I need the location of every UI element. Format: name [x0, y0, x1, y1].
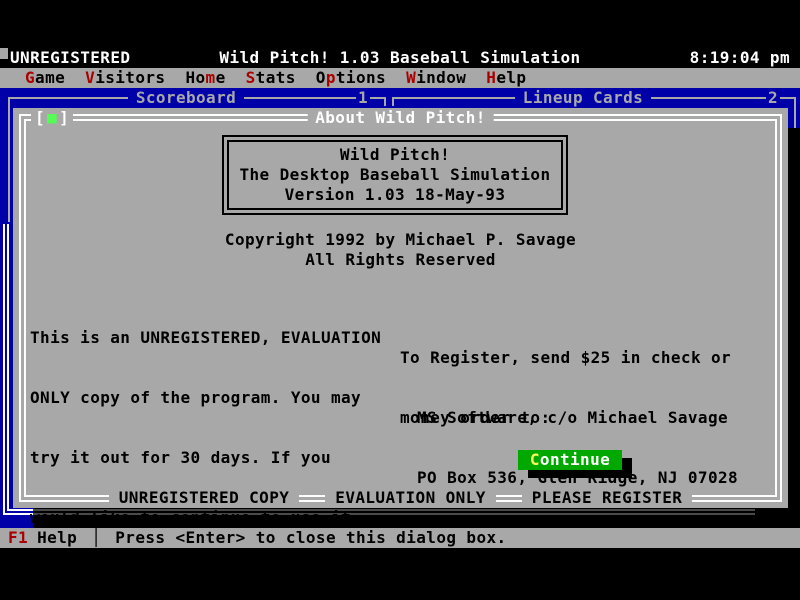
window-border-line	[794, 106, 796, 128]
menu-text: elp	[496, 68, 526, 87]
clock: 8:19:04 pm	[690, 48, 790, 68]
menu-item-help[interactable]: Help	[476, 68, 536, 88]
status-message: Press <Enter> to close this dialog box.	[115, 528, 506, 548]
address-line: MS Software, c/o Michael Savage	[417, 408, 738, 428]
menubar: Game Visitors Home Stats Options Window …	[0, 68, 800, 88]
menu-item-options[interactable]: Options	[306, 68, 396, 88]
footer-label: EVALUATION ONLY	[325, 488, 496, 508]
body-line: try it out for 30 days. If you	[30, 448, 400, 468]
window-border-line	[8, 106, 10, 222]
window-title-lineup-cards: Lineup Cards	[515, 88, 651, 108]
window-number: 2	[766, 88, 780, 108]
program-subtitle: The Desktop Baseball Simulation	[239, 165, 550, 185]
dos-screen: UNREGISTERED Wild Pitch! 1.03 Baseball S…	[0, 48, 800, 548]
menu-item-stats[interactable]: Stats	[236, 68, 306, 88]
mouse-cursor	[0, 48, 8, 59]
bracket: ]	[59, 108, 69, 127]
window-border-line	[3, 513, 33, 515]
window-border-line	[400, 97, 515, 99]
evaluation-text: This is an UNREGISTERED, EVALUATION ONLY…	[30, 288, 400, 548]
menu-hotkey: W	[406, 68, 416, 87]
program-info-box: Wild Pitch! The Desktop Baseball Simulat…	[222, 135, 568, 215]
footer-border-gap	[299, 488, 325, 508]
menu-text: Ho	[185, 68, 205, 87]
menu-item-visitors[interactable]: Visitors	[75, 68, 175, 88]
body-line: ONLY copy of the program. You may	[30, 388, 400, 408]
body-line: This is an UNREGISTERED, EVALUATION	[30, 328, 400, 348]
window-corner	[788, 97, 796, 106]
window-corner	[8, 97, 16, 106]
window-border-line	[244, 97, 356, 99]
window-corner	[392, 97, 400, 106]
menu-text: tions	[336, 68, 386, 87]
continue-button[interactable]: Continue	[518, 450, 622, 470]
status-separator: │	[91, 528, 101, 548]
window-border-line	[7, 224, 9, 511]
dialog-title: About Wild Pitch!	[307, 108, 494, 128]
window-border-line	[370, 97, 378, 99]
body-line: would like to continue to use it,	[30, 508, 400, 528]
menu-item-window[interactable]: Window	[396, 68, 476, 88]
window-scoreboard[interactable]: Scoreboard 1	[8, 88, 386, 108]
window-lineup-cards[interactable]: Lineup Cards 2	[392, 88, 796, 108]
menu-text: isitors	[95, 68, 165, 87]
menu-hotkey: S	[246, 68, 256, 87]
program-name: Wild Pitch!	[340, 145, 450, 165]
menu-item-home[interactable]: Home	[175, 68, 235, 88]
dialog-footer: UNREGISTERED COPY EVALUATION ONLY PLEASE…	[13, 488, 788, 508]
menu-hotkey: G	[25, 68, 35, 87]
menu-hotkey: p	[326, 68, 336, 87]
copyright-block: Copyright 1992 by Michael P. Savage All …	[13, 230, 788, 270]
register-line: To Register, send $25 in check or	[400, 348, 731, 368]
menu-text: O	[316, 68, 326, 87]
menu-text: tats	[256, 68, 296, 87]
program-version: Version 1.03 18-May-93	[285, 185, 506, 205]
menu-hotkey: H	[486, 68, 496, 87]
f1-help-shortcut[interactable]: F1	[8, 528, 28, 548]
window-number: 1	[356, 88, 370, 108]
window-border-line	[780, 97, 788, 99]
about-dialog: [■] About Wild Pitch! Wild Pitch! The De…	[13, 108, 788, 508]
rights-line: All Rights Reserved	[13, 250, 788, 270]
footer-border-gap	[496, 488, 522, 508]
footer-label: UNREGISTERED COPY	[109, 488, 300, 508]
window-border-line	[16, 97, 128, 99]
menu-hotkey: V	[85, 68, 95, 87]
close-icon: ■	[45, 108, 59, 127]
app-title: Wild Pitch! 1.03 Baseball Simulation	[0, 48, 800, 68]
window-border-line	[3, 224, 5, 515]
copyright-line: Copyright 1992 by Michael P. Savage	[13, 230, 788, 250]
close-button[interactable]: [■]	[31, 108, 73, 128]
menu-text: e	[216, 68, 226, 87]
window-title-scoreboard: Scoreboard	[128, 88, 244, 108]
button-label: ontinue	[540, 450, 610, 470]
footer-label: PLEASE REGISTER	[522, 488, 693, 508]
f1-help-label[interactable]: Help	[37, 528, 77, 548]
menu-hotkey: m	[206, 68, 216, 87]
window-border-line	[651, 97, 766, 99]
bracket: [	[35, 108, 45, 127]
menu-text: ame	[35, 68, 65, 87]
titlebar: UNREGISTERED Wild Pitch! 1.03 Baseball S…	[0, 48, 800, 68]
status-bar: F1 Help │ Press <Enter> to close this di…	[0, 528, 800, 548]
window-corner	[378, 97, 386, 106]
menu-item-game[interactable]: Game	[15, 68, 75, 88]
menu-text: indow	[416, 68, 466, 87]
button-hotkey: C	[530, 450, 540, 470]
